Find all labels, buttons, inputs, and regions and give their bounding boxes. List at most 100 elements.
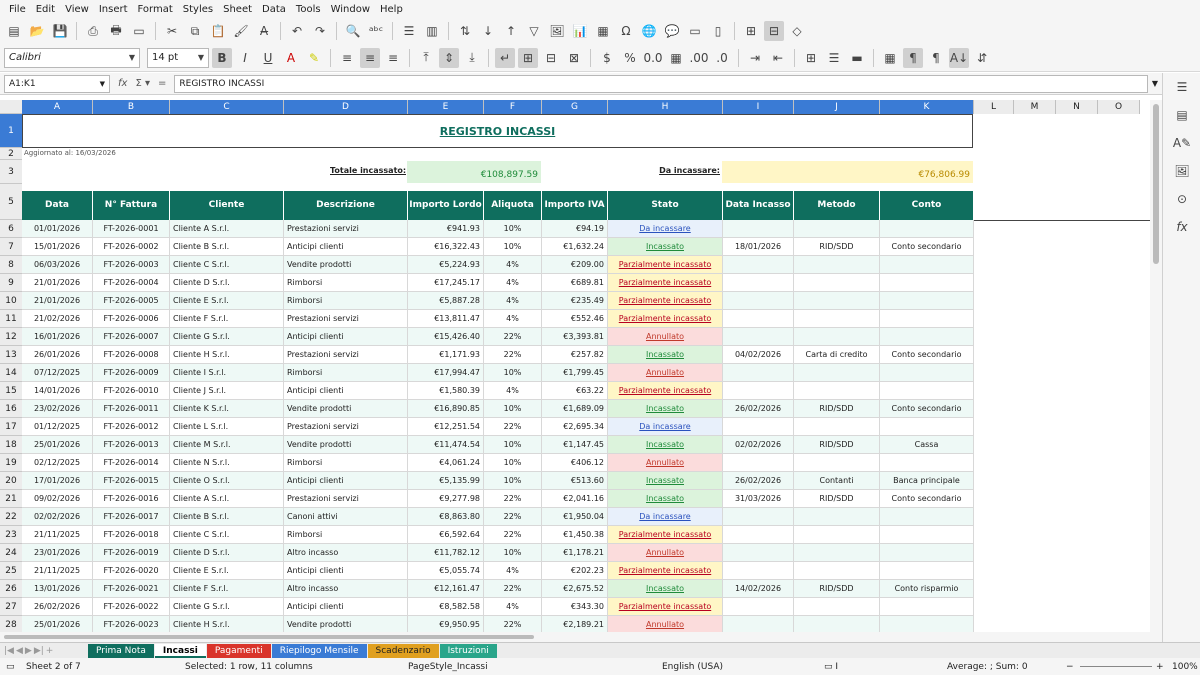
column-header[interactable]: B xyxy=(93,100,170,114)
cell-invoice[interactable]: FT-2026-0005 xyxy=(93,292,170,310)
cell-description[interactable]: Vendite prodotti xyxy=(284,436,408,454)
cell-client[interactable]: Cliente C S.r.l. xyxy=(170,526,284,544)
cell-client[interactable]: Cliente E S.r.l. xyxy=(170,292,284,310)
cell-gross[interactable]: €9,950.95 xyxy=(408,616,484,632)
cell-paid-date[interactable]: 18/01/2026 xyxy=(723,238,794,256)
image-icon[interactable]: 🖼 xyxy=(547,21,567,41)
cell-client[interactable]: Cliente G S.r.l. xyxy=(170,598,284,616)
save-icon[interactable]: 💾 xyxy=(50,21,70,41)
cell-method[interactable] xyxy=(794,526,880,544)
cell-paid-date[interactable] xyxy=(723,292,794,310)
column-header[interactable]: O xyxy=(1098,100,1140,114)
cell-date[interactable]: 09/02/2026 xyxy=(22,490,93,508)
cell-date[interactable]: 25/01/2026 xyxy=(22,436,93,454)
cell-description[interactable]: Vendite prodotti xyxy=(284,616,408,632)
unmerge-cells-icon[interactable]: ⊠ xyxy=(564,48,584,68)
column-header[interactable]: H xyxy=(608,100,723,114)
cell-paid-date[interactable] xyxy=(723,310,794,328)
cell-status[interactable]: Da incassare xyxy=(608,418,723,436)
cell-gross[interactable]: €5,055.74 xyxy=(408,562,484,580)
cell-invoice[interactable]: FT-2026-0021 xyxy=(93,580,170,598)
menu-item[interactable]: Tools xyxy=(296,4,321,15)
cell-client[interactable]: Cliente H S.r.l. xyxy=(170,616,284,632)
cell-vat-rate[interactable]: 10% xyxy=(484,238,542,256)
cell-vat-rate[interactable]: 4% xyxy=(484,598,542,616)
cell-description[interactable]: Rimborsi xyxy=(284,274,408,292)
row-header[interactable]: 24 xyxy=(0,544,22,562)
clone-formatting-icon[interactable]: 🖌 xyxy=(231,21,251,41)
column-title[interactable]: N° Fattura xyxy=(93,191,170,220)
function-wizard-icon[interactable]: fx xyxy=(118,78,127,89)
cell-status[interactable]: Parzialmente incassato xyxy=(608,598,723,616)
cell-date[interactable]: 21/11/2025 xyxy=(22,526,93,544)
cell-paid-date[interactable]: 02/02/2026 xyxy=(723,436,794,454)
cell-paid-date[interactable] xyxy=(723,598,794,616)
row-header[interactable]: 27 xyxy=(0,598,22,616)
row-header[interactable]: 12 xyxy=(0,328,22,346)
calc-status[interactable]: Average: ; Sum: 0 xyxy=(947,662,1028,672)
cell-status[interactable]: Incassato xyxy=(608,238,723,256)
cell-method[interactable] xyxy=(794,598,880,616)
zoom-level[interactable]: 100% xyxy=(1172,662,1198,672)
cell-account[interactable]: Conto secondario xyxy=(880,238,974,256)
cell-method[interactable] xyxy=(794,382,880,400)
menu-item[interactable]: Sheet xyxy=(223,4,252,15)
cell-vat-rate[interactable]: 22% xyxy=(484,418,542,436)
cell-paid-date[interactable] xyxy=(723,274,794,292)
menu-item[interactable]: Edit xyxy=(36,4,55,15)
cell-vat-rate[interactable]: 4% xyxy=(484,562,542,580)
text-direction-icon[interactable]: ⇵ xyxy=(972,48,992,68)
cell-paid-date[interactable]: 04/02/2026 xyxy=(723,346,794,364)
column-title[interactable]: Data Emissione xyxy=(22,191,93,239)
cell-invoice[interactable]: FT-2026-0009 xyxy=(93,364,170,382)
cell-vat-rate[interactable]: 4% xyxy=(484,256,542,274)
cell-vat[interactable]: €1,689.09 xyxy=(542,400,608,418)
page-style[interactable]: PageStyle_Incassi xyxy=(408,662,488,672)
cell-account[interactable] xyxy=(880,256,974,274)
cell-date[interactable]: 23/02/2026 xyxy=(22,400,93,418)
font-size-combo[interactable]: 14 pt ▼ xyxy=(147,47,209,68)
cell-method[interactable] xyxy=(794,508,880,526)
cell-account[interactable]: Conto risparmio xyxy=(880,580,974,598)
row-header[interactable]: 20 xyxy=(0,472,22,490)
cell-client[interactable]: Cliente F S.r.l. xyxy=(170,580,284,598)
cell-client[interactable]: Cliente D S.r.l. xyxy=(170,274,284,292)
cell-vat-rate[interactable]: 22% xyxy=(484,616,542,632)
last-sheet-icon[interactable]: ▶| xyxy=(34,646,44,656)
cell-client[interactable]: Cliente A S.r.l. xyxy=(170,490,284,508)
zoom-in-icon[interactable]: + xyxy=(1156,662,1164,672)
cell-vat[interactable]: €1,178.21 xyxy=(542,544,608,562)
sheet-tab[interactable]: Istruzioni xyxy=(439,643,497,658)
cell-date[interactable]: 25/01/2026 xyxy=(22,616,93,632)
column-title[interactable]: Stato xyxy=(608,191,723,220)
cell-method[interactable] xyxy=(794,274,880,292)
table-row[interactable]: 21/01/2026 FT-2026-0005 Cliente E S.r.l. Ri… xyxy=(22,292,974,310)
cell-description[interactable]: Anticipi clienti xyxy=(284,238,408,256)
cell-status[interactable]: Parzialmente incassato xyxy=(608,274,723,292)
column-title[interactable]: Descrizione xyxy=(284,191,408,220)
scroll-thumb[interactable] xyxy=(1153,104,1159,264)
cell-description[interactable]: Anticipi clienti xyxy=(284,472,408,490)
cell-vat[interactable]: €513.60 xyxy=(542,472,608,490)
table-row[interactable]: 01/01/2026 FT-2026-0001 Cliente A S.r.l. Pr… xyxy=(22,220,974,238)
cell-account[interactable] xyxy=(880,544,974,562)
cell-client[interactable]: Cliente M S.r.l. xyxy=(170,436,284,454)
row-header[interactable]: 7 xyxy=(0,238,22,256)
menu-item[interactable]: Styles xyxy=(183,4,213,15)
column-title[interactable]: Aliquota IVA xyxy=(484,191,542,239)
cell-gross[interactable]: €941.93 xyxy=(408,220,484,238)
row-header[interactable]: 3 xyxy=(0,160,22,184)
cell-status[interactable]: Incassato xyxy=(608,346,723,364)
cell-status[interactable]: Da incassare xyxy=(608,220,723,238)
add-decimal-icon[interactable]: .00 xyxy=(689,48,709,68)
cell-client[interactable]: Cliente A S.r.l. xyxy=(170,220,284,238)
cell-account[interactable]: Conto secondario xyxy=(880,346,974,364)
cell-vat[interactable]: €235.49 xyxy=(542,292,608,310)
column-title[interactable]: Data Incasso xyxy=(723,191,794,220)
cell-paid-date[interactable] xyxy=(723,508,794,526)
cell-paid-date[interactable] xyxy=(723,220,794,238)
sort-ascending-icon[interactable]: ↓ xyxy=(478,21,498,41)
cell-vat-rate[interactable]: 10% xyxy=(484,544,542,562)
cell-account[interactable] xyxy=(880,562,974,580)
cell-description[interactable]: Altro incasso xyxy=(284,544,408,562)
